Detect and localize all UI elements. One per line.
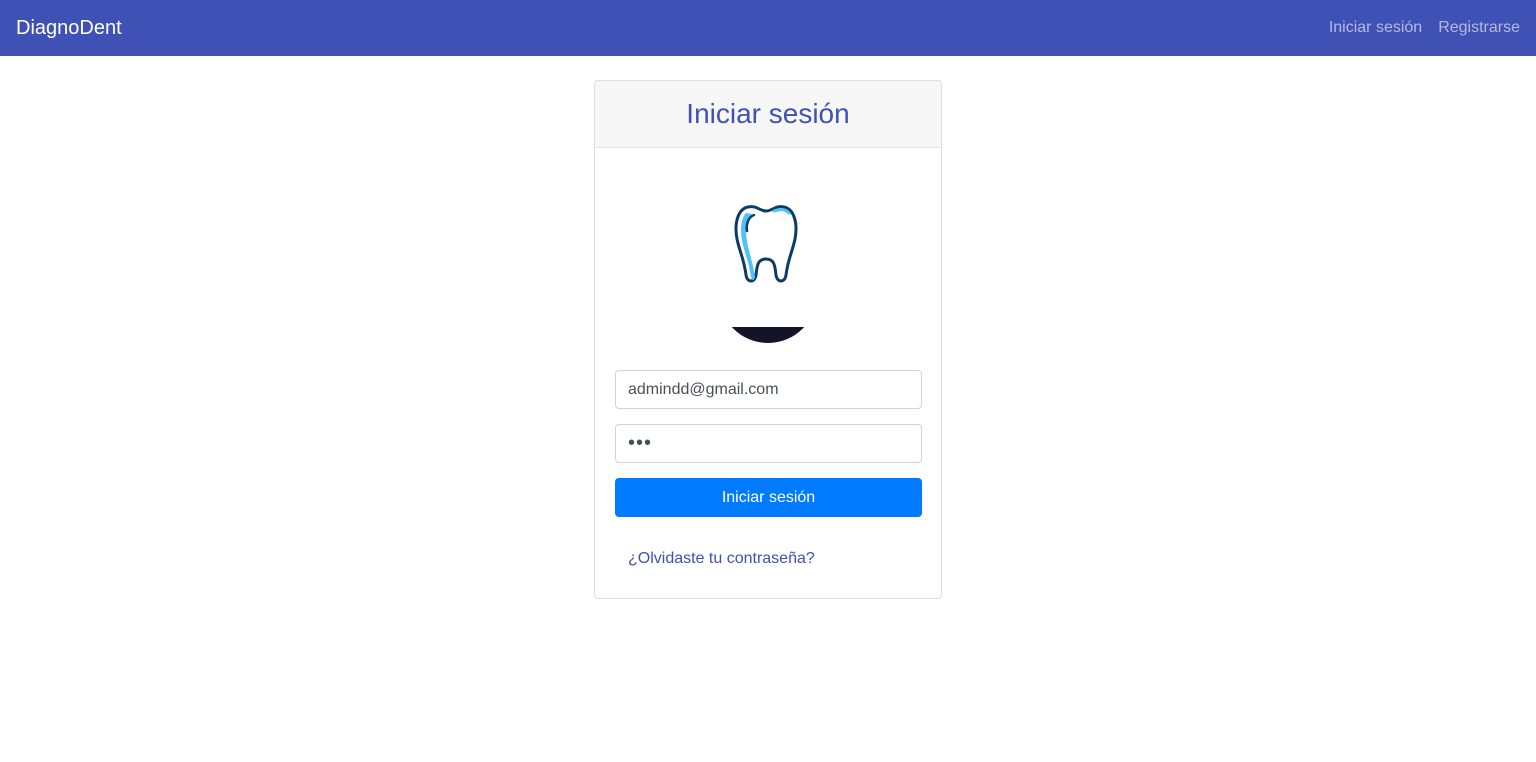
email-value: admindd@gmail.com bbox=[628, 380, 779, 398]
brand-link[interactable]: DiagnoDent bbox=[16, 16, 122, 40]
logo-base-shape bbox=[719, 327, 817, 343]
nav-register-link[interactable]: Registrarse bbox=[1438, 19, 1520, 37]
logo bbox=[595, 197, 941, 287]
login-card: Iniciar sesión admindd@gmail.com ••• Ini… bbox=[594, 80, 942, 599]
card-header: Iniciar sesión bbox=[595, 81, 941, 148]
navbar: DiagnoDent Iniciar sesión Registrarse bbox=[0, 0, 1536, 56]
page-title: Iniciar sesión bbox=[686, 98, 850, 129]
password-value: ••• bbox=[628, 432, 653, 454]
login-button[interactable]: Iniciar sesión bbox=[615, 478, 922, 517]
forgot-password-link[interactable]: ¿Olvidaste tu contraseña? bbox=[628, 550, 815, 568]
nav-links: Iniciar sesión Registrarse bbox=[1313, 19, 1520, 37]
tooth-icon bbox=[734, 205, 798, 283]
password-field[interactable]: ••• bbox=[615, 424, 922, 463]
email-field[interactable]: admindd@gmail.com bbox=[615, 370, 922, 409]
nav-login-link[interactable]: Iniciar sesión bbox=[1329, 19, 1422, 37]
